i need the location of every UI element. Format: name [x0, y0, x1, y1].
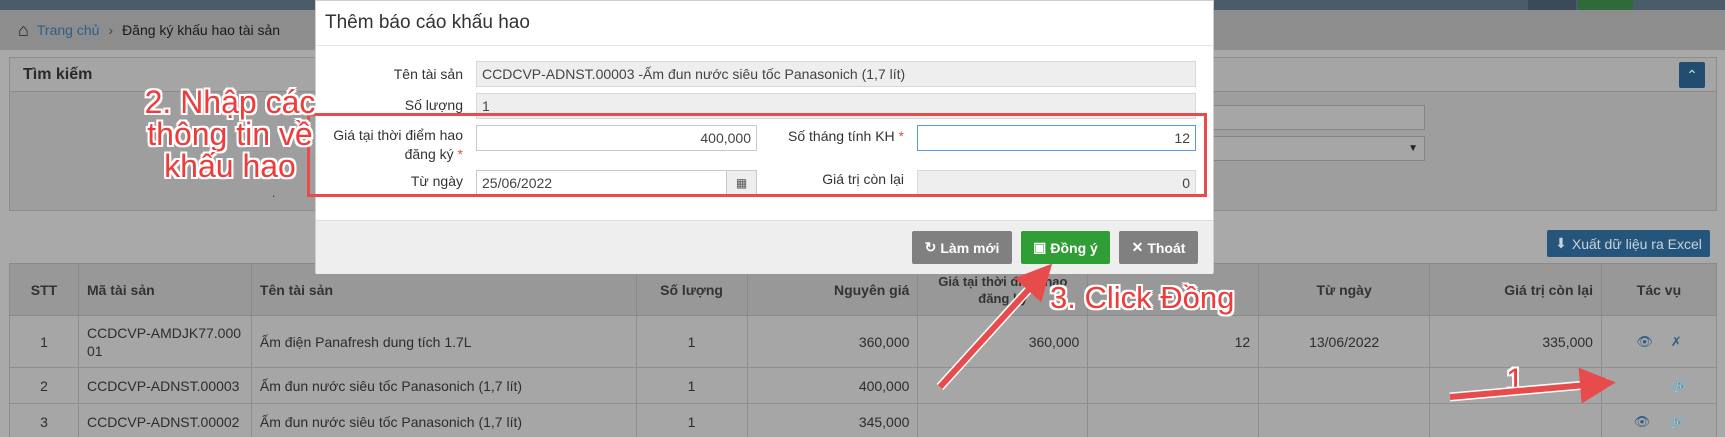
asset-name-field: CCDCVP-ADNST.00003 -Ấm đun nước siêu tốc… [476, 61, 1196, 87]
table-row: 1 CCDCVP-AMDJK77.00001 Ấm điện Panafresh… [9, 315, 1718, 368]
asset-table: STT Mã tài sản Tên tài sản Số lượng Nguy… [9, 263, 1718, 437]
col-header-code: Mã tài sản [77, 263, 252, 316]
cell-code: CCDCVP-AMDJK77.00001 [77, 315, 252, 368]
view-eye-icon[interactable]: 👁 [1634, 414, 1651, 430]
col-header-rem: Giá trị còn lại [1429, 263, 1602, 316]
annotation-step-1: 1 [1506, 362, 1524, 398]
annotation-step-3: 3. Click Đồng [1050, 280, 1235, 315]
cell-name: Ấm đun nước siêu tốc Panasonich (1,7 lít… [250, 403, 637, 437]
cell-qty: 1 [635, 367, 748, 404]
refresh-icon: ↻ [924, 239, 937, 255]
cell-actions: 🔗 [1600, 367, 1718, 404]
refresh-label: Làm mới [940, 239, 1000, 256]
annotation-step-2: 2. Nhập các thông tin về khấu hao [144, 84, 316, 184]
cell-rem: 335,000 [1429, 315, 1602, 368]
breadcrumb-home-link[interactable]: Trang chủ [37, 22, 100, 38]
unlink-icon[interactable]: ✗ [1671, 334, 1682, 350]
exit-button[interactable]: ✕ Thoát [1119, 231, 1198, 264]
cell-from [1258, 367, 1431, 404]
collapse-button[interactable]: ⌃ [1679, 62, 1705, 88]
asset-name-label: Tên tài sản [393, 66, 463, 82]
download-icon: ⬇ [1555, 235, 1567, 251]
cell-stt: 3 [9, 403, 79, 437]
navbar-block[interactable] [1528, 0, 1576, 10]
navbar-block-green[interactable] [1578, 0, 1633, 10]
cell-actions: 👁 🔗 [1600, 403, 1718, 437]
table-row: 3 CCDCVP-ADNST.00002 Ấm đun nước siêu tố… [9, 403, 1718, 437]
cell-stt: 1 [9, 315, 79, 368]
cell-code: CCDCVP-ADNST.00003 [77, 367, 252, 404]
breadcrumb-current: Đăng ký khấu hao tài sản [122, 22, 281, 38]
cell-months [1087, 403, 1260, 437]
col-header-from: Từ ngày [1258, 263, 1431, 316]
cell-orig: 360,000 [746, 315, 919, 368]
confirm-button[interactable]: ▣ Đồng ý [1021, 231, 1110, 264]
close-icon: ✕ [1131, 239, 1144, 255]
view-eye-icon[interactable]: 👁 [1636, 334, 1653, 350]
search-input[interactable] [1210, 105, 1425, 130]
search-select[interactable]: ▼ [1210, 136, 1425, 161]
save-icon: ▣ [1033, 239, 1047, 255]
export-excel-button[interactable]: ⬇ Xuất dữ liệu ra Excel [1547, 230, 1710, 257]
highlight-box [307, 113, 1207, 197]
double-chevron-up-icon: ⌃ [1686, 66, 1698, 83]
cell-name: Ấm điện Panafresh dung tích 1.7L [250, 315, 637, 368]
cell-rem [1429, 403, 1602, 437]
table-row: 2 CCDCVP-ADNST.00003 Ấm đun nước siêu tố… [9, 367, 1718, 404]
cell-reg: 360,000 [917, 315, 1089, 368]
caret-down-icon: ▼ [1408, 143, 1418, 154]
home-icon[interactable]: ⌂ [18, 20, 29, 41]
confirm-label: Đồng ý [1050, 239, 1098, 256]
refresh-button[interactable]: ↻ Làm mới [912, 231, 1012, 264]
cell-reg [917, 367, 1089, 404]
chevron-right-icon: › [108, 22, 114, 38]
cell-from [1258, 403, 1431, 437]
cell-name: Ấm đun nước siêu tốc Panasonich (1,7 lít… [250, 367, 637, 404]
cell-qty: 1 [635, 315, 748, 368]
cell-reg [917, 403, 1089, 437]
cell-months: 12 [1087, 315, 1260, 368]
cell-orig: 400,000 [746, 367, 919, 404]
cell-stt: 2 [9, 367, 79, 404]
cell-code: CCDCVP-ADNST.00002 [77, 403, 252, 437]
export-excel-label: Xuất dữ liệu ra Excel [1571, 235, 1702, 252]
cell-months [1087, 367, 1260, 404]
col-header-stt: STT [9, 263, 79, 316]
col-header-act: Tác vụ [1600, 263, 1718, 316]
cell-from: 13/06/2022 [1258, 315, 1431, 368]
cell-qty: 1 [635, 403, 748, 437]
link-icon[interactable]: 🔗 [1671, 378, 1687, 394]
cell-orig: 345,000 [746, 403, 919, 437]
exit-label: Thoát [1147, 239, 1186, 256]
cell-actions: 👁 ✗ [1600, 315, 1718, 368]
search-label-fragment: . [272, 186, 276, 200]
link-icon[interactable]: 🔗 [1668, 414, 1684, 430]
modal-title: Thêm báo cáo khấu hao [316, 1, 1213, 46]
